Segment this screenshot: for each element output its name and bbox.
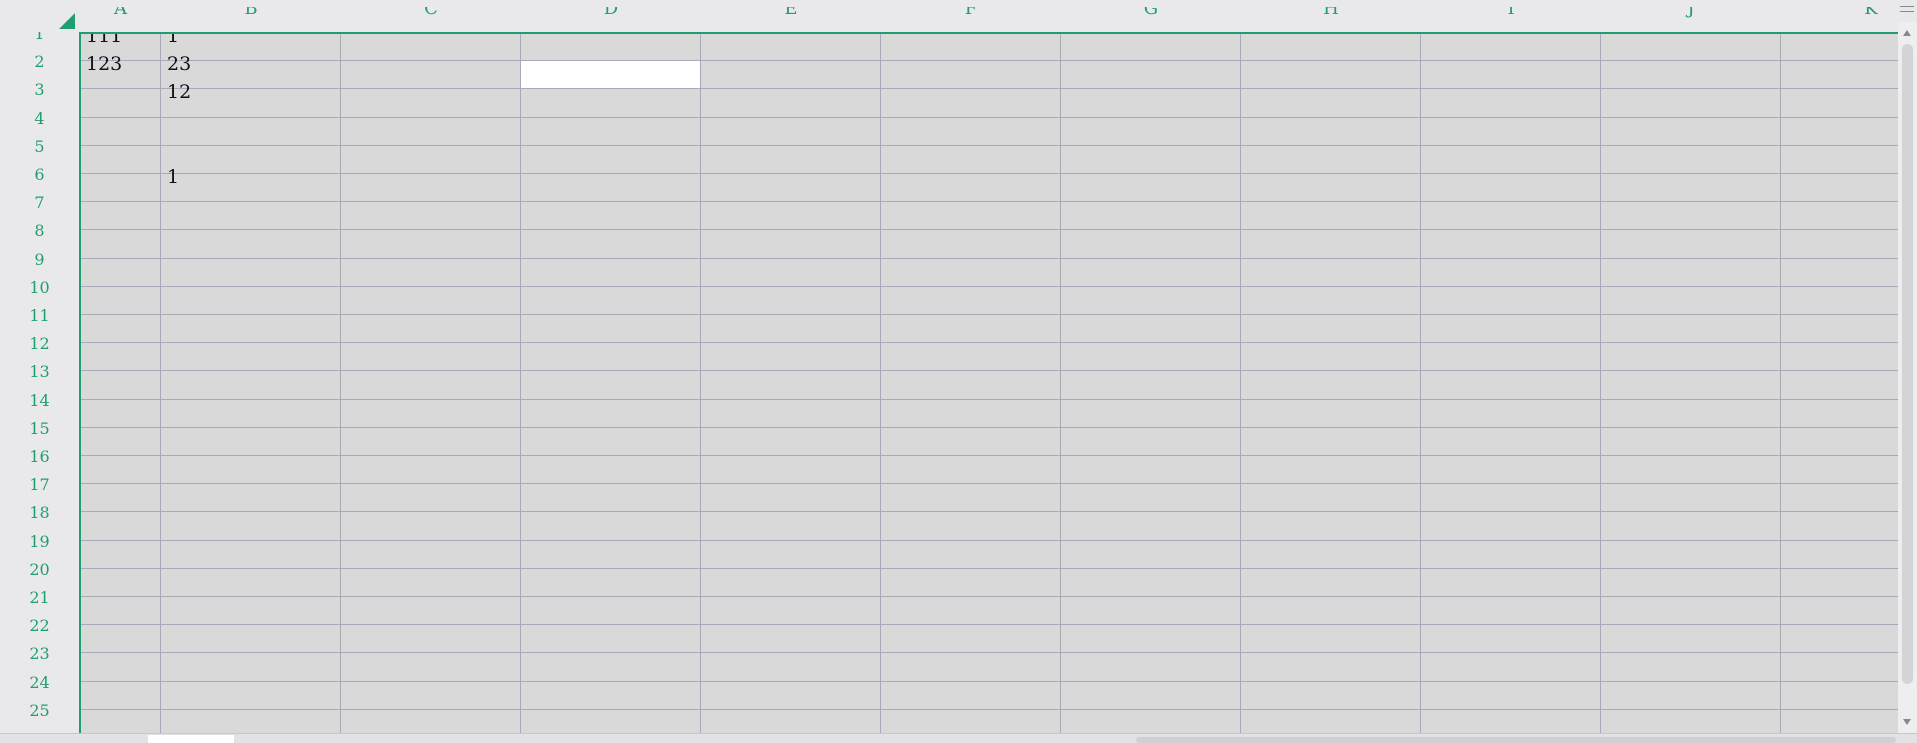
hamburger-menu-icon[interactable] xyxy=(1900,6,1914,18)
grid-row-line xyxy=(81,398,1898,400)
grid-column-line xyxy=(1420,34,1421,733)
spreadsheet-app: ABCDEFGHIJK 1 2 3 4 5 6 7 8 9 10 11 12 13 14 15 16 17 18 1… xyxy=(0,0,1917,743)
column-header-b[interactable]: B xyxy=(161,7,341,32)
column-header-label: G xyxy=(1143,7,1159,19)
grid-row-line xyxy=(81,88,1898,90)
row-header-label: 16 xyxy=(29,447,50,466)
grid-row-line xyxy=(81,708,1898,710)
grid-row-line xyxy=(81,680,1898,682)
selected-cell[interactable] xyxy=(520,60,701,90)
grid-row-line xyxy=(81,455,1898,456)
grid-row-line xyxy=(81,144,1898,146)
row-header-label: 4 xyxy=(34,108,45,128)
grid-column-line xyxy=(700,34,701,733)
row-header-label: 18 xyxy=(29,503,50,523)
row-header-label: 9 xyxy=(34,249,45,269)
row-header-label: 11 xyxy=(29,306,50,325)
grid-row-line xyxy=(81,229,1898,231)
column-header-label: B xyxy=(244,7,258,19)
grid-column-line xyxy=(160,34,161,733)
column-header-label: D xyxy=(603,7,619,19)
grid-row-line xyxy=(81,539,1898,541)
column-header-f[interactable]: F xyxy=(881,7,1061,32)
column-header-label: I xyxy=(1507,7,1515,19)
column-header-label: C xyxy=(424,7,438,19)
column-header-label: H xyxy=(1323,7,1339,19)
column-header-i[interactable]: I xyxy=(1421,7,1601,32)
column-header-e[interactable]: E xyxy=(701,7,881,32)
grid-row-line xyxy=(81,60,1898,62)
grid-row-line xyxy=(81,567,1898,569)
column-header-label: K xyxy=(1864,7,1878,19)
row-header-25[interactable]: 25 xyxy=(0,702,79,733)
row-header-label: 20 xyxy=(29,559,50,579)
row-header-label: 22 xyxy=(29,616,50,636)
column-header-k[interactable]: K xyxy=(1781,7,1897,32)
grid-row-line xyxy=(81,173,1898,174)
row-header-label: 10 xyxy=(29,277,50,297)
row-header-label: 5 xyxy=(34,136,45,156)
grid-row-line xyxy=(81,201,1898,203)
row-header-label: 3 xyxy=(34,80,45,100)
grid-row-line xyxy=(81,314,1898,315)
grid-row-line xyxy=(81,257,1898,259)
horizontal-scroll-thumb[interactable] xyxy=(1136,737,1896,743)
grid-row-line xyxy=(81,116,1898,118)
column-header-d[interactable]: D xyxy=(521,7,701,32)
column-header: A B C D E F G H I J K xyxy=(80,7,1897,32)
column-header-label: A xyxy=(114,7,127,19)
grid-column-line xyxy=(520,34,521,733)
row-header-label: 23 xyxy=(29,644,50,664)
column-header-g[interactable]: G xyxy=(1061,7,1241,32)
arrow-up-icon[interactable] xyxy=(1903,30,1911,36)
grid-row-line xyxy=(81,342,1898,344)
row-header-label: 24 xyxy=(29,672,50,692)
grid-column-line xyxy=(1600,34,1601,733)
grid-column-line xyxy=(880,34,881,733)
row-header-label: 25 xyxy=(29,700,50,720)
grid-row-line xyxy=(81,511,1898,513)
select-all-triangle-icon[interactable] xyxy=(59,13,75,29)
column-header-h[interactable]: H xyxy=(1241,7,1421,32)
column-header-label: F xyxy=(964,7,978,19)
arrow-down-icon[interactable] xyxy=(1903,719,1911,725)
vertical-scrollbar[interactable] xyxy=(1898,22,1917,733)
grid-column-line xyxy=(340,34,341,733)
grid-row-line xyxy=(81,652,1898,654)
row-header-label: 7 xyxy=(34,193,45,213)
row-header-label: 14 xyxy=(29,390,50,410)
vertical-scroll-thumb[interactable] xyxy=(1902,44,1913,684)
grid-row-line xyxy=(81,426,1898,428)
grid-column-line xyxy=(1780,34,1781,733)
row-header-label: 21 xyxy=(29,588,50,607)
column-header-c[interactable]: C xyxy=(341,7,521,32)
grid-row-line xyxy=(81,370,1898,372)
row-header-label: 13 xyxy=(29,362,50,382)
grid-column-line xyxy=(1240,34,1241,733)
grid-row-line xyxy=(81,624,1898,626)
row-header-label: 6 xyxy=(34,165,45,184)
grid-column-line xyxy=(1060,34,1061,733)
row-header-label: 2 xyxy=(34,52,45,72)
select-all-corner[interactable] xyxy=(0,7,80,32)
grid-row-line xyxy=(81,285,1898,287)
column-header-label: J xyxy=(1687,7,1695,19)
column-header-a[interactable]: A xyxy=(80,7,161,32)
row-header-label: 1 xyxy=(34,32,45,43)
row-header-label: 12 xyxy=(29,334,50,354)
row-header-label: 19 xyxy=(29,531,50,551)
column-header-j[interactable]: J xyxy=(1601,7,1781,32)
cell-grid[interactable]: 111 1 123 23 12 1 xyxy=(79,32,1898,733)
row-header-label: 17 xyxy=(29,475,50,495)
grid-row-line xyxy=(81,483,1898,485)
column-header-label: E xyxy=(784,7,798,19)
row-header-label: 15 xyxy=(29,418,50,438)
row-header-label: 8 xyxy=(34,221,45,241)
grid-row-line xyxy=(81,596,1898,597)
row-header: 1 2 3 4 5 6 7 8 9 10 11 12 13 14 15 16 17 18 19 20 21 22 23 24 2… xyxy=(0,32,79,733)
